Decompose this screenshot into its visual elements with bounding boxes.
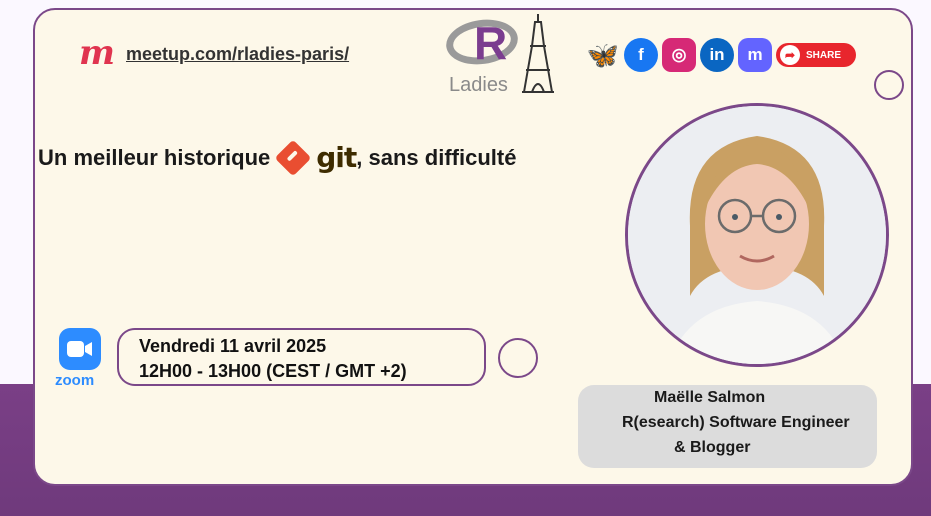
r-logo-ladies-text: Ladies — [449, 74, 508, 96]
speaker-role-line1: R(esearch) Software Engineer — [622, 414, 850, 431]
event-time: 12H00 - 13H00 (CEST / GMT +2) — [139, 361, 407, 381]
mastodon-icon[interactable]: m — [738, 38, 772, 72]
eiffel-tower-icon — [522, 14, 554, 93]
speaker-info: Maëlle Salmon R(esearch) Software Engine… — [578, 385, 877, 468]
share-arrow-icon: ➦ — [780, 45, 800, 65]
meetup-icon: m — [79, 33, 115, 73]
event-date: Vendredi 11 avril 2025 — [139, 336, 327, 356]
title-suffix: , sans difficulté — [356, 144, 517, 170]
r-logo-letter: R — [474, 17, 508, 69]
meetup-link[interactable]: meetup.com/rladies-paris/ — [126, 44, 349, 65]
git-logo-icon — [274, 139, 312, 176]
linkedin-icon[interactable]: in — [700, 38, 734, 72]
zoom-icon — [59, 328, 101, 370]
decorative-circle-top — [874, 70, 904, 100]
event-datetime: Vendredi 11 avril 2025 12H00 - 13H00 (CE… — [117, 328, 486, 386]
decorative-circle-middle — [498, 338, 538, 378]
speaker-role-line2: & Blogger — [674, 439, 751, 456]
git-logo-text: git — [316, 141, 357, 174]
bluesky-icon[interactable]: 🦋 — [586, 38, 620, 72]
share-label: SHARE — [806, 49, 842, 61]
speaker-portrait — [628, 106, 886, 364]
rladies-paris-logo: R Ladies — [443, 12, 556, 98]
zoom-label: zoom — [55, 372, 95, 389]
instagram-icon[interactable]: ◎ — [662, 38, 696, 72]
speaker-photo — [625, 103, 889, 367]
event-title: Un meilleur historique git , sans diffic… — [38, 139, 517, 176]
title-prefix: Un meilleur historique — [38, 144, 271, 170]
speaker-name: Maëlle Salmon — [654, 389, 766, 406]
share-button[interactable]: ➦ SHARE — [776, 43, 856, 67]
facebook-icon[interactable]: f — [624, 38, 658, 72]
